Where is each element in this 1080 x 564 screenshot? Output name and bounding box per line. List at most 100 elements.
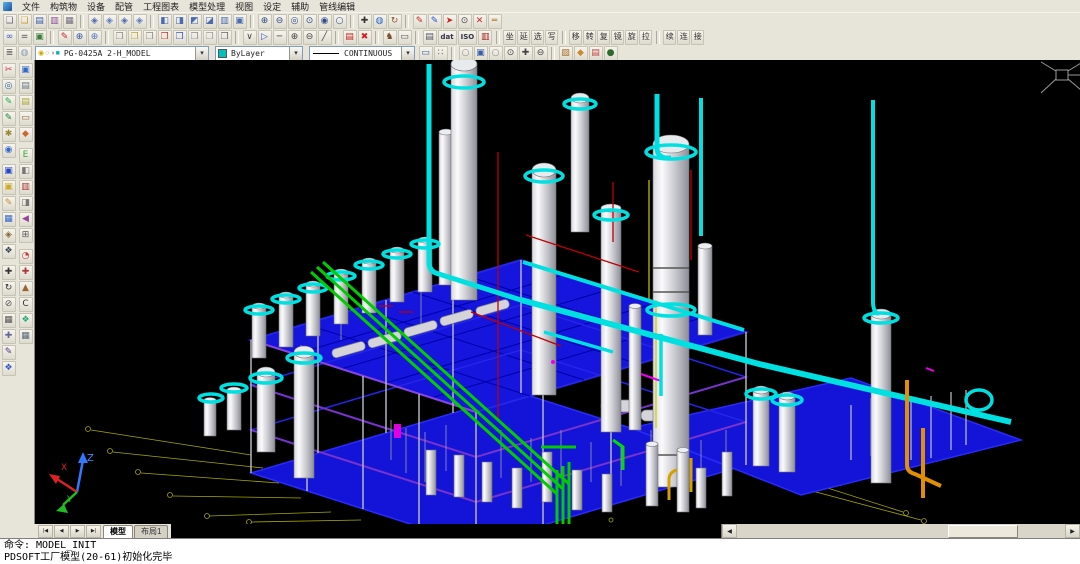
pipe-tool-3-button[interactable]: ○ — [489, 46, 503, 61]
menu-item-5[interactable]: 工程图表 — [138, 0, 184, 13]
doc-tool-5-button[interactable]: ❒ — [173, 30, 187, 45]
doc-tool-2-button[interactable]: ❒ — [128, 30, 142, 45]
pipe-tool-6-button[interactable]: ⊖ — [534, 46, 548, 61]
iso-button[interactable]: ISO — [458, 30, 478, 45]
model-tool-1-button[interactable]: ✂ — [2, 63, 16, 78]
model-tool-9-button[interactable]: ✎ — [2, 196, 16, 211]
clipboard-button[interactable]: ▣ — [33, 30, 47, 45]
doc-tool-1-button[interactable]: ❒ — [113, 30, 127, 45]
model-tool-4-button[interactable]: ✎ — [2, 111, 16, 126]
model-tool-12-button[interactable]: ❖ — [2, 244, 16, 259]
misc-tool-2-button[interactable]: ◆ — [574, 46, 588, 61]
equip-tool-7-button[interactable]: ◧ — [19, 164, 33, 179]
misc-tool-3-button[interactable]: ▤ — [589, 46, 603, 61]
erase-mark-button[interactable]: ✕ — [473, 14, 487, 29]
layer-previous-button[interactable]: ◍ — [18, 46, 32, 61]
cube-view-back-button[interactable]: ▣ — [233, 14, 247, 29]
equip-tool-8-button[interactable]: ▥ — [19, 180, 33, 195]
scroll-left-button[interactable]: ◀ — [722, 524, 737, 538]
marker-button[interactable]: ➤ — [443, 14, 457, 29]
cube-view-bottom-button[interactable]: ◨ — [173, 14, 187, 29]
equip-tool-1-button[interactable]: ▣ — [19, 63, 33, 78]
tab-nav-last-button[interactable]: ▶| — [86, 525, 101, 538]
cm-tool-button[interactable]: ▭ — [398, 30, 412, 45]
equip-tool-5-button[interactable]: ◆ — [19, 127, 33, 142]
model-tool-11-button[interactable]: ◈ — [2, 228, 16, 243]
cmd-char-button-4[interactable]: 写 — [545, 30, 558, 45]
equip-tool-2-button[interactable]: ▤ — [19, 79, 33, 94]
equip-tool-13-button[interactable]: ✚ — [19, 265, 33, 280]
cmd-char-button-11[interactable]: 续 — [663, 30, 676, 45]
equip-tool-4-button[interactable]: ▭ — [19, 111, 33, 126]
locate-button[interactable]: ⊙ — [458, 14, 472, 29]
menu-item-2[interactable]: 构筑物 — [45, 0, 82, 13]
sketch-button[interactable]: ✎ — [428, 14, 442, 29]
doc-tool-8-button[interactable]: ❒ — [218, 30, 232, 45]
equip-tool-15-button[interactable]: C — [19, 297, 33, 312]
equip-tool-14-button[interactable]: ▲ — [19, 281, 33, 296]
orbit-button[interactable]: ◍ — [373, 14, 387, 29]
tab-model[interactable]: 模型 — [103, 525, 133, 538]
cmd-char-button-7[interactable]: 复 — [597, 30, 610, 45]
plant-3d-view[interactable]: Z X Y — [35, 60, 1080, 524]
slash-tool-button[interactable]: ╱ — [318, 30, 332, 45]
model-tool-16-button[interactable]: ▦ — [2, 313, 16, 328]
zoom-window-button[interactable]: ◎ — [288, 14, 302, 29]
model-tool-5-button[interactable]: ✱ — [2, 127, 16, 142]
dat-button[interactable]: dat — [438, 30, 457, 45]
cmd-char-button-1[interactable]: 坐 — [503, 30, 516, 45]
model-tool-7-button[interactable]: ▣ — [2, 164, 16, 179]
tab-nav-prev-button[interactable]: ◀ — [54, 525, 69, 538]
measure-button[interactable]: ═ — [488, 14, 502, 29]
snap-remove-button[interactable]: ⊖ — [303, 30, 317, 45]
menu-item-1[interactable]: 文件 — [17, 0, 45, 13]
doc-tool-3-button[interactable]: ❒ — [143, 30, 157, 45]
equip-tool-11-button[interactable]: ⊞ — [19, 228, 33, 243]
view-nw-iso-button[interactable]: ◈ — [133, 14, 147, 29]
menu-item-7[interactable]: 视图 — [230, 0, 258, 13]
zoom-extents-button[interactable]: ◉ — [318, 14, 332, 29]
doc-tool-6-button[interactable]: ❒ — [188, 30, 202, 45]
equip-tool-6-button[interactable]: E — [19, 148, 33, 163]
model-tool-6-button[interactable]: ◉ — [2, 143, 16, 158]
menu-item-4[interactable]: 配管 — [110, 0, 138, 13]
snap-add-button[interactable]: ⊕ — [288, 30, 302, 45]
new-file-button[interactable]: ❏ — [3, 14, 17, 29]
regen-all-button[interactable]: ⊕ — [88, 30, 102, 45]
model-tool-18-button[interactable]: ✎ — [2, 345, 16, 360]
doc-tool-4-button[interactable]: ❒ — [158, 30, 172, 45]
misc-tool-1-button[interactable]: ▨ — [559, 46, 573, 61]
equip-tool-10-button[interactable]: ◀ — [19, 212, 33, 227]
command-line-window[interactable]: 命令: MODEL_INIT PDSOFT工厂模型(20-61)初始化完毕 — [0, 538, 1080, 564]
fence-button[interactable]: ∨ — [243, 30, 257, 45]
model-tool-15-button[interactable]: ⊘ — [2, 297, 16, 312]
zoom-in-button[interactable]: ⊕ — [258, 14, 272, 29]
equip-tool-16-button[interactable]: ❖ — [19, 313, 33, 328]
model-tool-2-button[interactable]: ◎ — [2, 79, 16, 94]
zoom-all-button[interactable]: ○ — [333, 14, 347, 29]
redline-button[interactable]: ✎ — [413, 14, 427, 29]
cmd-char-button-2[interactable]: 延 — [517, 30, 530, 45]
model-tool-8-button[interactable]: ▣ — [2, 180, 16, 195]
cube-view-right-button[interactable]: ◪ — [203, 14, 217, 29]
model-tool-19-button[interactable]: ❖ — [2, 361, 16, 376]
catalog-red-button[interactable]: ▤ — [343, 30, 357, 45]
cmd-char-button-9[interactable]: 旋 — [625, 30, 638, 45]
cmd-char-button-5[interactable]: 移 — [569, 30, 582, 45]
pipe-tool-4-button[interactable]: ⊙ — [504, 46, 518, 61]
zoom-previous-button[interactable]: ⊙ — [303, 14, 317, 29]
printer-button[interactable]: ▤ — [423, 30, 437, 45]
view-se-iso-button[interactable]: ◈ — [103, 14, 117, 29]
cmd-char-button-3[interactable]: 选 — [531, 30, 544, 45]
model-tool-3-button[interactable]: ✎ — [2, 95, 16, 110]
linetype-combo[interactable]: CONTINUOUS ▾ — [309, 46, 415, 61]
ltscale-button[interactable]: ∷ — [434, 46, 448, 61]
menu-item-3[interactable]: 设备 — [82, 0, 110, 13]
doc-tool-7-button[interactable]: ❒ — [203, 30, 217, 45]
regen-button[interactable]: ⊕ — [73, 30, 87, 45]
layer-combo[interactable]: ◉○◑■ PG-0425A 2-H_MODEL ▾ — [35, 46, 209, 61]
view-sw-iso-button[interactable]: ◈ — [88, 14, 102, 29]
model-tool-17-button[interactable]: ✚ — [2, 329, 16, 344]
menu-item-9[interactable]: 辅助 — [286, 0, 314, 13]
equip-tool-3-button[interactable]: ▤ — [19, 95, 33, 110]
